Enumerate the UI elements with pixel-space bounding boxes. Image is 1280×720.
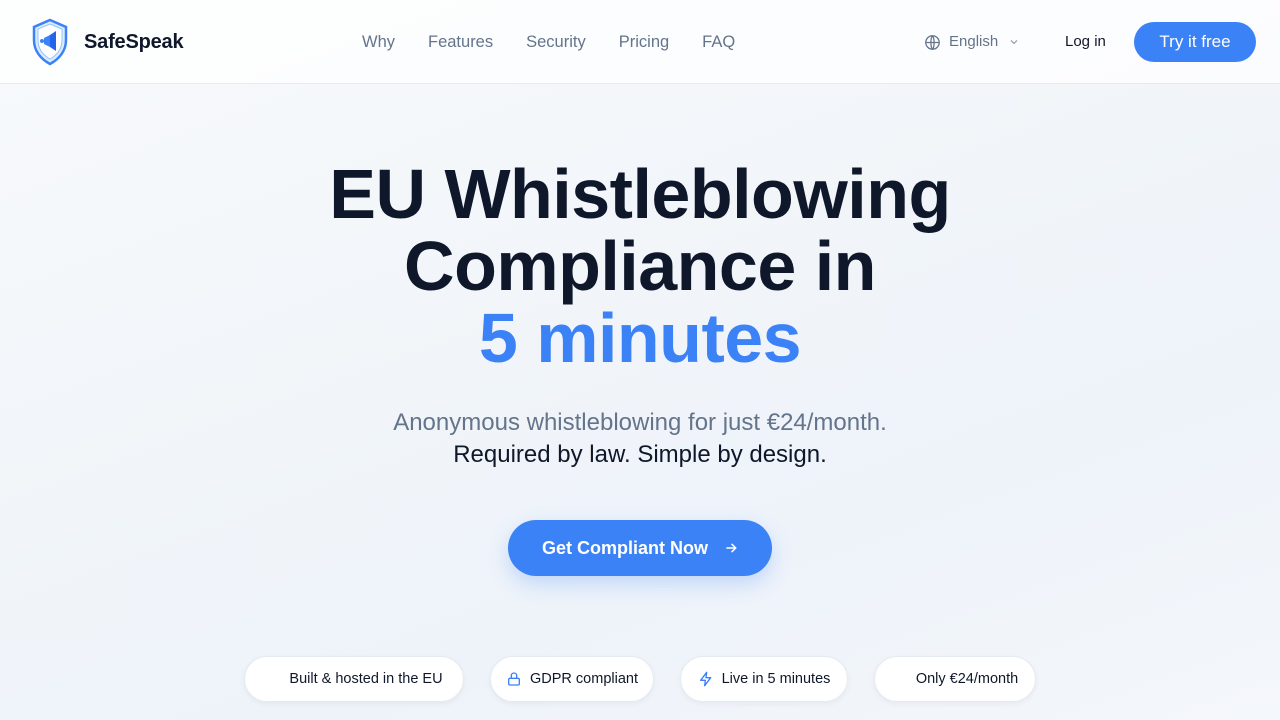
brand-logo-link[interactable]: SafeSpeak bbox=[32, 18, 184, 66]
badge-label: Live in 5 minutes bbox=[721, 671, 831, 687]
hero-title-line2: Compliance in bbox=[404, 227, 876, 305]
nav-link-features[interactable]: Features bbox=[428, 30, 493, 54]
badge-label: Only €24/month bbox=[915, 671, 1019, 687]
hero-section: EU Whistleblowing Compliance in 5 minute… bbox=[0, 158, 1280, 374]
badge-live-5-minutes: Live in 5 minutes bbox=[680, 656, 848, 702]
chevron-down-icon bbox=[1008, 36, 1020, 48]
globe-icon bbox=[924, 34, 941, 51]
lightning-icon bbox=[698, 671, 714, 687]
trust-badges: Built & hosted in the EU GDPR compliant … bbox=[0, 656, 1280, 702]
try-free-button[interactable]: Try it free bbox=[1134, 22, 1256, 62]
top-navbar: SafeSpeak Why Features Security Pricing … bbox=[0, 0, 1280, 84]
badge-price: Only €24/month bbox=[874, 656, 1036, 702]
login-link[interactable]: Log in bbox=[1065, 31, 1106, 53]
euro-icon bbox=[892, 671, 908, 687]
language-selector[interactable]: English bbox=[924, 31, 1020, 53]
nav-link-why[interactable]: Why bbox=[362, 30, 395, 54]
nav-link-faq[interactable]: FAQ bbox=[702, 30, 735, 54]
hero-title: EU Whistleblowing Compliance in 5 minute… bbox=[0, 158, 1280, 374]
main-nav: Why Features Security Pricing FAQ bbox=[362, 30, 768, 54]
get-compliant-button[interactable]: Get Compliant Now bbox=[508, 520, 772, 576]
shield-megaphone-icon bbox=[32, 18, 68, 66]
hero-title-line1: EU Whistleblowing bbox=[329, 155, 951, 233]
nav-link-security[interactable]: Security bbox=[526, 30, 586, 54]
badge-label: Built & hosted in the EU bbox=[289, 671, 443, 687]
hero-subtitle: Anonymous whistleblowing for just €24/mo… bbox=[393, 409, 887, 436]
badge-eu-hosted: Built & hosted in the EU bbox=[244, 656, 464, 702]
badge-label: GDPR compliant bbox=[530, 671, 638, 687]
hero-tagline: Required by law. Simple by design. bbox=[453, 441, 827, 468]
language-label: English bbox=[949, 33, 999, 50]
brand-name: SafeSpeak bbox=[84, 30, 184, 53]
hero-title-accent: 5 minutes bbox=[478, 299, 802, 377]
lock-icon bbox=[506, 671, 522, 687]
arrow-right-icon bbox=[724, 541, 738, 555]
get-compliant-label: Get Compliant Now bbox=[542, 537, 708, 558]
badge-gdpr: GDPR compliant bbox=[490, 656, 654, 702]
eu-flag-icon bbox=[265, 671, 281, 687]
nav-link-pricing[interactable]: Pricing bbox=[619, 30, 669, 54]
